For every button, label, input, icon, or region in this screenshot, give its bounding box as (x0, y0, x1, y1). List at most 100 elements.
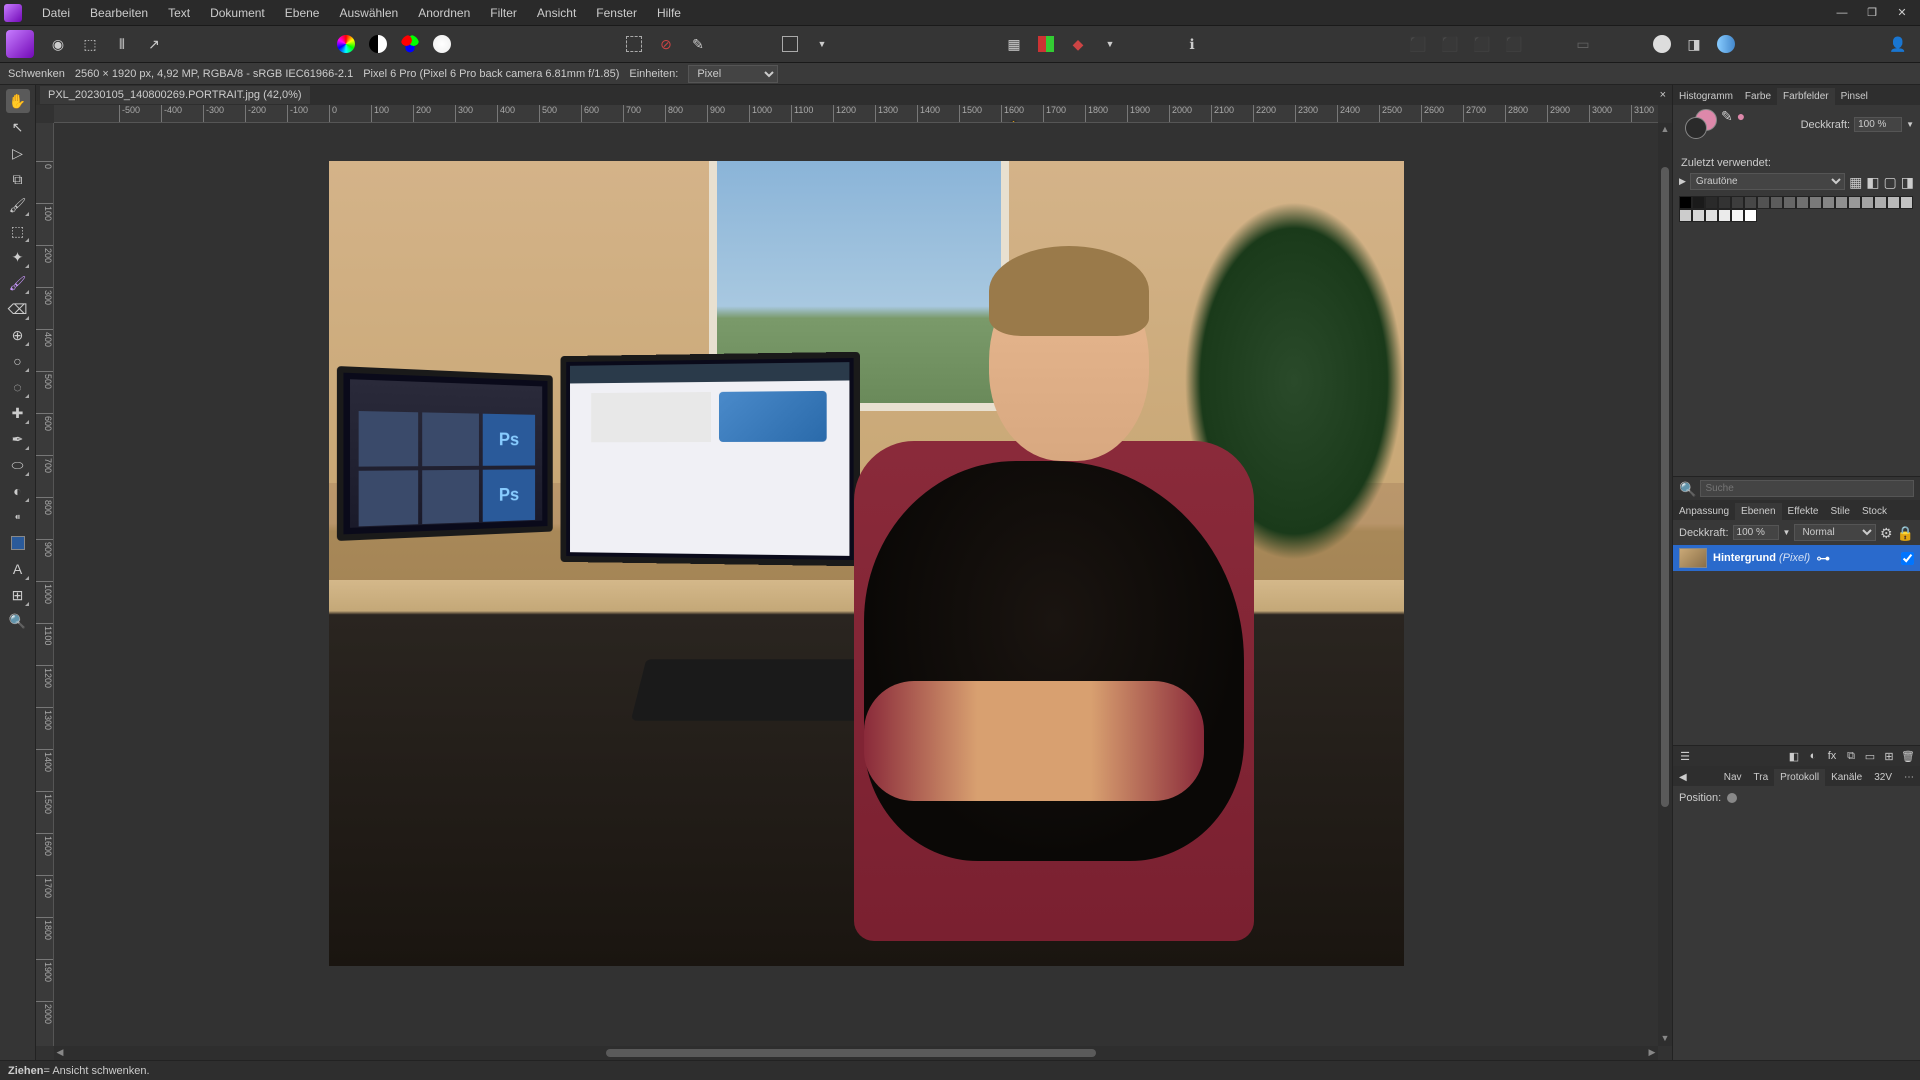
tab-stile[interactable]: Stile (1824, 503, 1855, 520)
panel-more-icon[interactable]: ⋯ (1898, 770, 1920, 786)
swatch[interactable] (1770, 196, 1783, 209)
toolbar-cloud2-icon[interactable]: ◨ (1681, 31, 1707, 57)
delete-layer-icon[interactable]: 🗑 (1900, 748, 1916, 764)
swatch[interactable] (1874, 196, 1887, 209)
toolbar-info-icon[interactable]: ℹ (1179, 31, 1205, 57)
menu-fenster[interactable]: Fenster (586, 2, 647, 24)
tool-dodge[interactable]: ○ (6, 349, 30, 373)
toolbar-refine-icon[interactable]: ✎ (685, 31, 711, 57)
eyedropper-sample-icon[interactable]: ● (1737, 109, 1745, 123)
swatch-add2-icon[interactable]: ▢ (1884, 175, 1897, 189)
toolbar-swatches-icon[interactable] (1033, 31, 1059, 57)
document-tab[interactable]: PXL_20230105_140800269.PORTRAIT.jpg (42,… (40, 86, 310, 104)
toolbar-assets-dropdown-icon[interactable]: ▼ (1097, 31, 1123, 57)
tab-effekte[interactable]: Effekte (1782, 503, 1825, 520)
scroll-up-icon[interactable]: ▲ (1659, 124, 1671, 136)
swatch[interactable] (1796, 196, 1809, 209)
toolbar-selection-icon[interactable] (621, 31, 647, 57)
toolbar-assets-icon[interactable]: ◆ (1065, 31, 1091, 57)
minimize-button[interactable]: — (1828, 3, 1856, 23)
tool-shape[interactable]: ⬭ (6, 453, 30, 477)
tool-blur[interactable]: ◌ (6, 375, 30, 399)
menu-datei[interactable]: Datei (32, 2, 80, 24)
scroll-left-icon[interactable]: ◀ (54, 1047, 66, 1059)
scrollbar-vertical[interactable]: ▲ ▼ (1658, 123, 1672, 1046)
tool-erase[interactable]: ⌫ (6, 297, 30, 321)
tab-nav[interactable]: Nav (1718, 769, 1748, 786)
menu-ebene[interactable]: Ebene (275, 2, 330, 24)
fx-layer-icon[interactable]: fx (1824, 748, 1840, 764)
ruler-horizontal[interactable]: ✋ -500-400-300-200-100010020030040050060… (54, 105, 1658, 123)
tool-fg-color[interactable] (6, 531, 30, 555)
swatch[interactable] (1744, 209, 1757, 222)
menu-hilfe[interactable]: Hilfe (647, 2, 691, 24)
swatch-add-icon[interactable]: ◧ (1866, 175, 1879, 189)
menu-text[interactable]: Text (158, 2, 200, 24)
layers-collapse-icon[interactable]: ☰ (1677, 748, 1693, 764)
swatch[interactable] (1718, 209, 1731, 222)
crop-layer-icon[interactable]: ⧉ (1843, 748, 1859, 764)
account-icon[interactable]: 👤 (1885, 31, 1911, 57)
tool-inpaint[interactable]: ✚ (6, 401, 30, 425)
tool-mesh[interactable]: ⊞ (6, 583, 30, 607)
toolbar-grid-icon[interactable]: ▦ (1001, 31, 1027, 57)
toolbar-quickmask-dropdown-icon[interactable]: ▼ (809, 31, 835, 57)
group-layer-icon[interactable]: ▭ (1862, 748, 1878, 764)
menu-bearbeiten[interactable]: Bearbeiten (80, 2, 158, 24)
swatch[interactable] (1692, 209, 1705, 222)
color-front-swatch[interactable] (1685, 117, 1707, 139)
layer-visibility-checkbox[interactable] (1901, 552, 1914, 565)
scrollbar-h-thumb[interactable] (606, 1049, 1096, 1057)
add-layer-icon[interactable]: ⊞ (1881, 748, 1897, 764)
opacity-input[interactable] (1854, 117, 1902, 132)
scrollbar-horizontal[interactable]: ◀ ▶ (54, 1046, 1658, 1060)
tool-node[interactable]: ▷ (6, 141, 30, 165)
menu-anordnen[interactable]: Anordnen (408, 2, 480, 24)
layer-opacity-input[interactable] (1733, 525, 1779, 540)
panel-menu-icon[interactable]: ◀ (1673, 770, 1693, 786)
blend-mode-select[interactable]: Normal (1794, 524, 1876, 541)
tab-anpassung[interactable]: Anpassung (1673, 503, 1735, 520)
tool-flood[interactable]: ✦ (6, 245, 30, 269)
swatch[interactable] (1718, 196, 1731, 209)
toolbar-cloud1-icon[interactable] (1649, 31, 1675, 57)
swatch-view-grid-icon[interactable]: ▦ (1849, 175, 1862, 189)
ruler-vertical[interactable]: 0100200300400500600700800900100011001200… (36, 123, 54, 1046)
swatch[interactable] (1809, 196, 1822, 209)
tab-32v[interactable]: 32V (1868, 769, 1898, 786)
tool-gradient[interactable]: ◐ (6, 479, 30, 503)
viewport[interactable]: PsPs (54, 123, 1658, 1046)
swatch[interactable] (1835, 196, 1848, 209)
tab-kanaele[interactable]: Kanäle (1825, 769, 1868, 786)
swatch[interactable] (1679, 209, 1692, 222)
tab-farbe[interactable]: Farbe (1739, 88, 1777, 105)
tab-farbfelder[interactable]: Farbfelder (1777, 88, 1835, 105)
maximize-button[interactable]: ❐ (1858, 3, 1886, 23)
layer-opacity-dropdown-icon[interactable]: ▼ (1783, 529, 1791, 537)
layer-lock-icon[interactable]: 🔒 (1897, 526, 1914, 540)
swatch[interactable] (1679, 196, 1692, 209)
toolbar-softproof-icon[interactable] (429, 31, 455, 57)
tool-marquee[interactable]: ⬚ (6, 219, 30, 243)
tab-histogramm[interactable]: Histogramm (1673, 88, 1739, 105)
toolbar-cloud3-icon[interactable] (1713, 31, 1739, 57)
swatch[interactable] (1861, 196, 1874, 209)
persona-liquify-icon[interactable]: ◉ (45, 31, 71, 57)
swatch[interactable] (1705, 196, 1718, 209)
toolbar-bw-icon[interactable] (365, 31, 391, 57)
tool-crop[interactable]: ⧉ (6, 167, 30, 191)
persona-photo-icon[interactable] (6, 30, 34, 58)
context-units-select[interactable]: Pixel (688, 65, 778, 83)
close-button[interactable]: ✕ (1888, 3, 1916, 23)
tool-move[interactable]: ↖ (6, 115, 30, 139)
swatch[interactable] (1731, 196, 1744, 209)
tool-pen[interactable]: ✒ (6, 427, 30, 451)
scroll-down-icon[interactable]: ▼ (1659, 1033, 1671, 1045)
swatch[interactable] (1848, 196, 1861, 209)
swatch[interactable] (1822, 196, 1835, 209)
palette-select[interactable]: Grautöne (1690, 173, 1845, 190)
layer-row-background[interactable]: Hintergrund (Pixel) ⊶ (1673, 545, 1920, 571)
swatch-add3-icon[interactable]: ◨ (1901, 175, 1914, 189)
persona-export-icon[interactable]: ↗ (141, 31, 167, 57)
tab-stock[interactable]: Stock (1856, 503, 1893, 520)
